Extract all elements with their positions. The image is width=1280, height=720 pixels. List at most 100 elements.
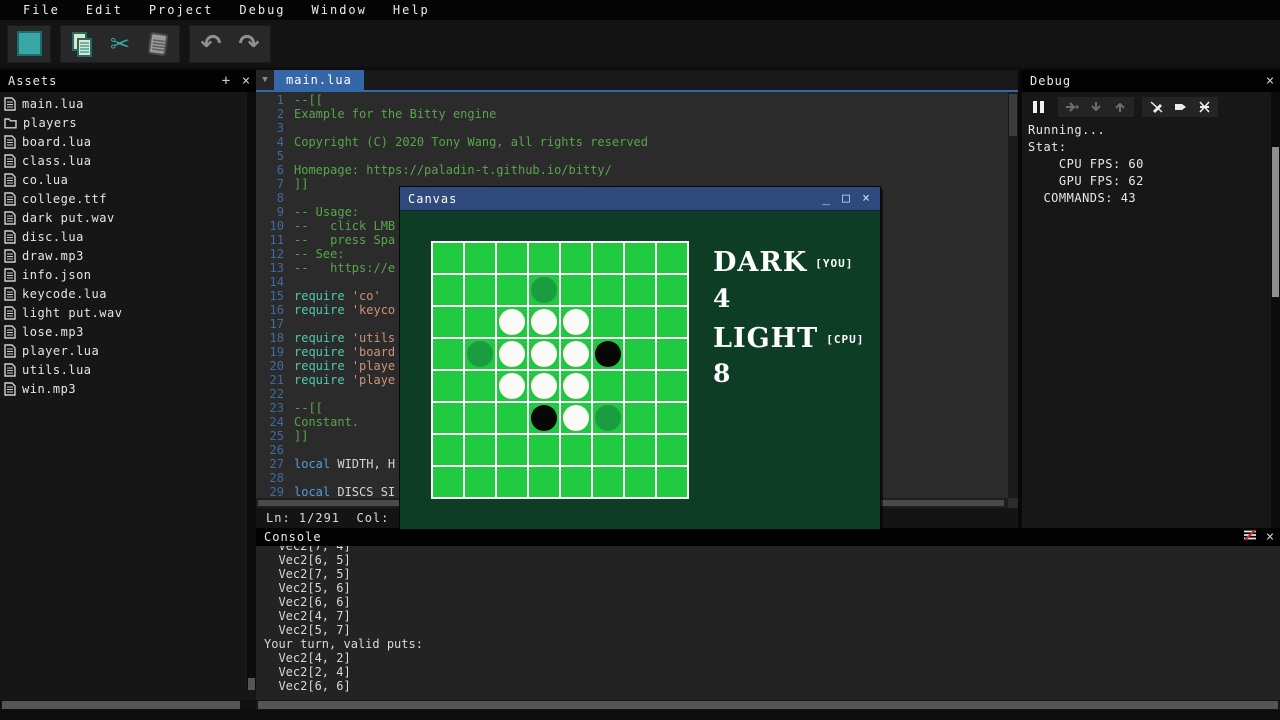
run-button[interactable]	[10, 27, 48, 61]
close-debug-button[interactable]: ×	[1260, 71, 1280, 91]
white-disc	[563, 341, 589, 367]
assets-vertical-scrollbar[interactable]	[247, 92, 256, 690]
asset-item-players[interactable]: players	[0, 113, 246, 132]
asset-label: dark put.wav	[22, 211, 115, 225]
game-canvas[interactable]: DARK[YOU] 4 LIGHT[CPU] 8	[400, 212, 880, 529]
editor-vertical-scrollbar[interactable]	[1008, 92, 1018, 498]
reversi-board[interactable]	[431, 241, 689, 499]
add-asset-button[interactable]: +	[216, 71, 236, 91]
asset-item-co-lua[interactable]: co.lua	[0, 170, 246, 189]
asset-item-main-lua[interactable]: main.lua	[0, 94, 246, 113]
editor-vertical-scrollbar-thumb[interactable]	[1009, 94, 1017, 136]
maximize-button[interactable]: □	[836, 191, 856, 206]
canvas-titlebar[interactable]: Canvas _ □ ×	[400, 187, 880, 211]
close-assets-button[interactable]: ×	[236, 71, 256, 91]
paste-button[interactable]	[139, 27, 177, 61]
asset-item-light-put-wav[interactable]: light put.wav	[0, 303, 246, 322]
assets-vertical-scrollbar-thumb[interactable]	[248, 678, 255, 690]
debug-vertical-scrollbar-thumb[interactable]	[1272, 147, 1279, 297]
asset-item-dark-put-wav[interactable]: dark put.wav	[0, 208, 246, 227]
clear-breakpoints-button[interactable]	[1192, 97, 1216, 117]
menu-item-project[interactable]: Project	[136, 1, 227, 19]
console-line: Vec2[4, 2]	[264, 651, 1280, 665]
crossed-arrow-icon	[1198, 101, 1211, 113]
pause-button[interactable]	[1026, 97, 1050, 117]
redo-button[interactable]: ↷	[230, 27, 268, 61]
debug-vertical-scrollbar[interactable]	[1271, 92, 1280, 528]
console-header: Console ×	[256, 528, 1280, 546]
asset-label: players	[23, 116, 77, 130]
menu-item-window[interactable]: Window	[299, 1, 380, 19]
menu-item-edit[interactable]: Edit	[73, 1, 136, 19]
asset-label: co.lua	[22, 173, 68, 187]
close-console-button[interactable]: ×	[1260, 527, 1280, 547]
valid-move-hint	[595, 405, 621, 431]
close-window-button[interactable]: ×	[856, 191, 876, 206]
console-output[interactable]: Vec2[7, 4] Vec2[6, 5] Vec2[7, 5] Vec2[5,…	[256, 546, 1280, 700]
enable-breakpoints-button[interactable]	[1168, 97, 1192, 117]
asset-item-win-mp3[interactable]: win.mp3	[0, 379, 246, 398]
asset-item-draw-mp3[interactable]: draw.mp3	[0, 246, 246, 265]
dark-score-value: 4	[713, 286, 730, 311]
minimize-button[interactable]: _	[816, 191, 836, 206]
copy-button[interactable]	[63, 27, 101, 61]
toggle-breakpoint-button[interactable]	[1144, 97, 1168, 117]
undo-button[interactable]: ↶	[192, 27, 230, 61]
asset-item-class-lua[interactable]: class.lua	[0, 151, 246, 170]
tab-main-lua[interactable]: main.lua	[274, 70, 364, 90]
file-icon	[4, 363, 16, 377]
step-out-icon	[1114, 101, 1126, 113]
assets-header: Assets + ×	[0, 70, 256, 92]
code-line-6: 6Homepage: https://paladin-t.github.io/b…	[256, 163, 1008, 177]
menu-item-help[interactable]: Help	[380, 1, 443, 19]
console-horizontal-scrollbar-thumb[interactable]	[258, 701, 1278, 709]
cut-button[interactable]: ✂	[101, 27, 139, 61]
asset-item-player-lua[interactable]: player.lua	[0, 341, 246, 360]
line-number: 4	[256, 135, 284, 149]
line-number: 12	[256, 247, 284, 261]
white-disc	[499, 373, 525, 399]
valid-move-hint	[531, 277, 557, 303]
asset-item-keycode-lua[interactable]: keycode.lua	[0, 284, 246, 303]
assets-horizontal-scrollbar[interactable]	[0, 700, 256, 710]
black-disc	[531, 405, 557, 431]
code-line-3: 3	[256, 121, 1008, 135]
step-over-icon	[1065, 101, 1079, 113]
line-number: 21	[256, 373, 284, 387]
breakpoint-button-group	[1142, 97, 1218, 117]
debug-stat-line: CPU FPS: 60	[1028, 156, 1268, 173]
asset-item-info-json[interactable]: info.json	[0, 265, 246, 284]
file-icon	[4, 173, 16, 187]
console-horizontal-scrollbar[interactable]	[256, 700, 1280, 710]
pause-icon	[1033, 101, 1044, 113]
console-line: Vec2[5, 7]	[264, 623, 1280, 637]
debug-stat-line: GPU FPS: 62	[1028, 173, 1268, 190]
debug-title: Debug	[1022, 74, 1071, 88]
asset-item-college-ttf[interactable]: college.ttf	[0, 189, 246, 208]
dark-side-badge: [YOU]	[815, 257, 853, 270]
menu-bar: FileEditProjectDebugWindowHelp	[0, 0, 1280, 20]
asset-item-disc-lua[interactable]: disc.lua	[0, 227, 246, 246]
menu-item-file[interactable]: File	[10, 1, 73, 19]
console-line: Your turn, valid puts:	[264, 637, 1280, 651]
menu-item-debug[interactable]: Debug	[226, 1, 298, 19]
asset-item-board-lua[interactable]: board.lua	[0, 132, 246, 151]
step-over-button[interactable]	[1060, 97, 1084, 117]
undo-icon: ↶	[201, 31, 222, 56]
dark-score-row: DARK[YOU]	[713, 249, 853, 276]
console-line: Vec2[6, 5]	[264, 553, 1280, 567]
clear-console-button[interactable]	[1240, 527, 1260, 547]
line-number: 6	[256, 163, 284, 177]
step-into-button[interactable]	[1084, 97, 1108, 117]
tab-list-dropdown[interactable]: ▼	[256, 70, 274, 90]
step-out-button[interactable]	[1108, 97, 1132, 117]
asset-item-utils-lua[interactable]: utils.lua	[0, 360, 246, 379]
asset-item-lose-mp3[interactable]: lose.mp3	[0, 322, 246, 341]
asset-label: win.mp3	[22, 382, 76, 396]
line-number: 3	[256, 121, 284, 135]
file-icon	[4, 287, 16, 301]
assets-title: Assets	[0, 74, 57, 88]
assets-horizontal-scrollbar-thumb[interactable]	[2, 701, 240, 709]
file-icon	[4, 97, 16, 111]
file-icon	[4, 192, 16, 206]
